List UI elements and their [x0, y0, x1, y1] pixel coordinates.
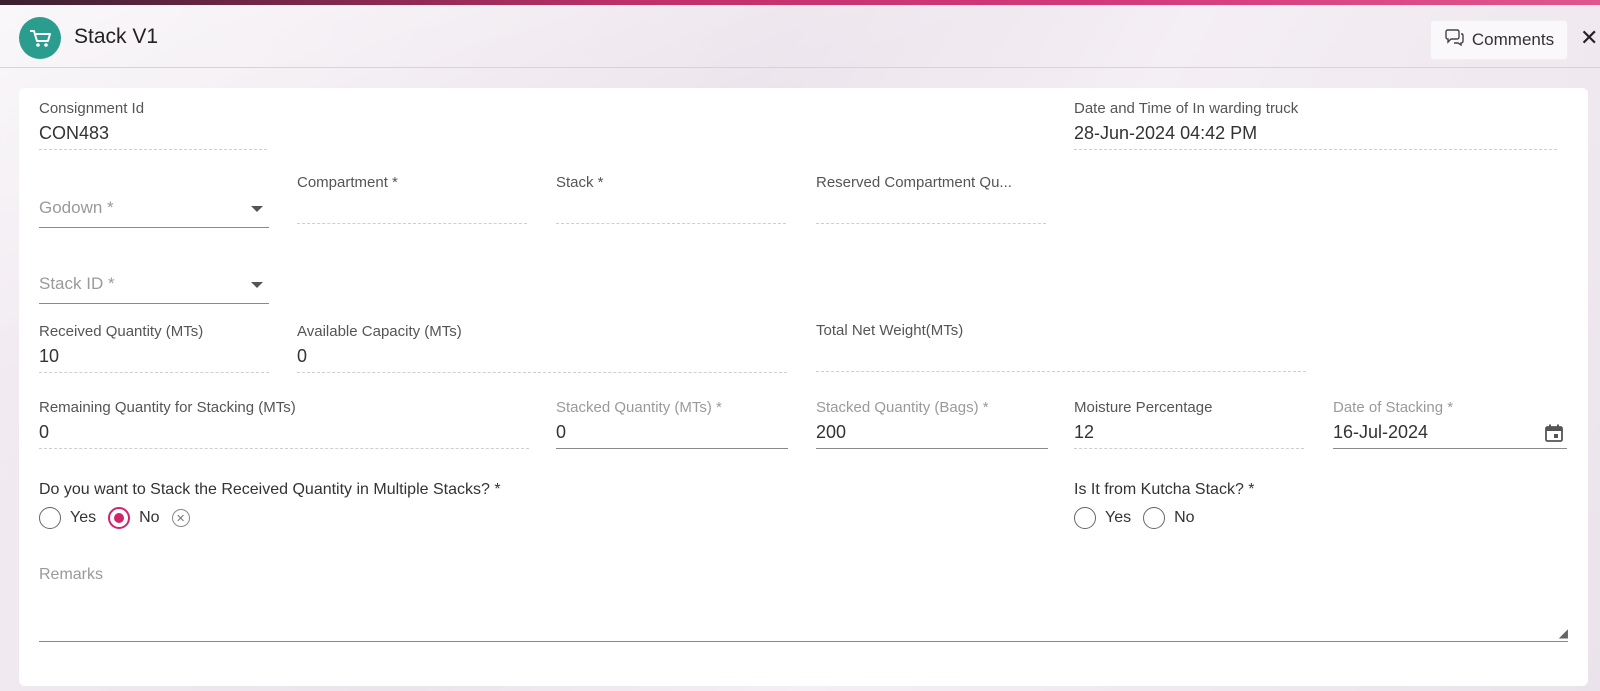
stacked-bags-field: Stacked Quantity (Bags) * 200	[816, 399, 1048, 449]
available-label: Available Capacity (MTs)	[297, 323, 462, 340]
date-stacking-label: Date of Stacking *	[1333, 399, 1454, 416]
date-stacking-value[interactable]: 16-Jul-2024	[1333, 422, 1567, 448]
stacked-bags-label: Stacked Quantity (Bags) *	[816, 399, 989, 416]
datetime-value[interactable]: 28-Jun-2024 04:42 PM	[1074, 123, 1557, 149]
date-stacking-field: Date of Stacking * 16-Jul-2024	[1333, 399, 1567, 449]
stacked-mts-value[interactable]: 0	[556, 422, 788, 448]
compartment-value[interactable]	[297, 197, 527, 223]
dropdown-caret-icon	[251, 206, 263, 212]
stack-label: Stack *	[556, 174, 604, 191]
consignment-label: Consignment Id	[39, 100, 145, 117]
multi-stack-no-label[interactable]: No	[139, 509, 159, 527]
stack-id-placeholder: Stack ID *	[39, 274, 115, 293]
remarks-textarea[interactable]: Remarks ◢	[39, 566, 1568, 642]
stack-id-select[interactable]: Stack ID *	[39, 274, 269, 304]
close-icon[interactable]: ✕	[1580, 25, 1598, 51]
multi-stack-question: Do you want to Stack the Received Quanti…	[39, 481, 501, 498]
multi-stack-yes-radio[interactable]	[39, 507, 61, 529]
remaining-field: Remaining Quantity for Stacking (MTs) 0	[39, 399, 529, 449]
received-field: Received Quantity (MTs) 10	[39, 323, 269, 373]
godown-placeholder: Godown *	[39, 198, 114, 217]
dialog-header: Stack V1 Comments ✕	[0, 5, 1600, 68]
kutcha-yes-label[interactable]: Yes	[1105, 509, 1131, 527]
reserved-field: Reserved Compartment Qu...	[816, 174, 1046, 224]
received-value[interactable]: 10	[39, 346, 269, 372]
consignment-field: Consignment Id CON483	[39, 100, 267, 150]
consignment-value[interactable]: CON483	[39, 123, 267, 149]
stack-value[interactable]	[556, 197, 786, 223]
kutcha-yes-radio[interactable]	[1074, 507, 1096, 529]
cart-icon	[19, 17, 61, 59]
total-net-label: Total Net Weight(MTs)	[816, 322, 964, 339]
stacked-mts-field: Stacked Quantity (MTs) * 0	[556, 399, 788, 449]
remarks-placeholder: Remarks	[39, 566, 104, 583]
reserved-label: Reserved Compartment Qu...	[816, 174, 1012, 191]
stacked-mts-label: Stacked Quantity (MTs) *	[556, 399, 722, 416]
available-value[interactable]: 0	[297, 346, 787, 372]
multi-stack-yes-label[interactable]: Yes	[70, 509, 96, 527]
datetime-field: Date and Time of In warding truck 28-Jun…	[1074, 100, 1557, 150]
total-net-value[interactable]	[816, 345, 1306, 371]
datetime-label: Date and Time of In warding truck	[1074, 100, 1299, 117]
form-card: Consignment Id CON483 Date and Time of I…	[19, 88, 1588, 686]
compartment-field: Compartment *	[297, 174, 527, 224]
resize-handle-icon[interactable]: ◢	[1559, 626, 1568, 640]
kutcha-question: Is It from Kutcha Stack? *	[1074, 481, 1255, 498]
kutcha-no-radio[interactable]	[1143, 507, 1166, 529]
compartment-label: Compartment *	[297, 174, 398, 191]
calendar-icon[interactable]	[1545, 424, 1563, 442]
received-label: Received Quantity (MTs)	[39, 323, 204, 340]
stacked-bags-value[interactable]: 200	[816, 422, 1048, 448]
kutcha-no-label[interactable]: No	[1174, 509, 1194, 527]
moisture-label: Moisture Percentage	[1074, 399, 1213, 416]
reserved-value[interactable]	[816, 197, 1046, 223]
total-net-field: Total Net Weight(MTs)	[816, 322, 1306, 372]
comment-icon	[1444, 28, 1464, 52]
available-field: Available Capacity (MTs) 0	[297, 323, 787, 373]
kutcha-radio-group: Yes No	[1074, 507, 1207, 529]
godown-select[interactable]: Godown *	[39, 198, 269, 228]
stack-field: Stack *	[556, 174, 786, 224]
multi-stack-radio-group: Yes No ✕	[39, 507, 190, 529]
comments-button[interactable]: Comments	[1430, 20, 1568, 60]
multi-stack-no-radio[interactable]	[108, 507, 131, 529]
remaining-label: Remaining Quantity for Stacking (MTs)	[39, 399, 296, 416]
clear-icon[interactable]: ✕	[171, 509, 190, 527]
page-title: Stack V1	[74, 25, 159, 48]
moisture-value[interactable]: 12	[1074, 422, 1304, 448]
comments-label: Comments	[1471, 30, 1555, 49]
dropdown-caret-icon	[251, 282, 263, 288]
moisture-field: Moisture Percentage 12	[1074, 399, 1304, 449]
remaining-value[interactable]: 0	[39, 422, 529, 448]
